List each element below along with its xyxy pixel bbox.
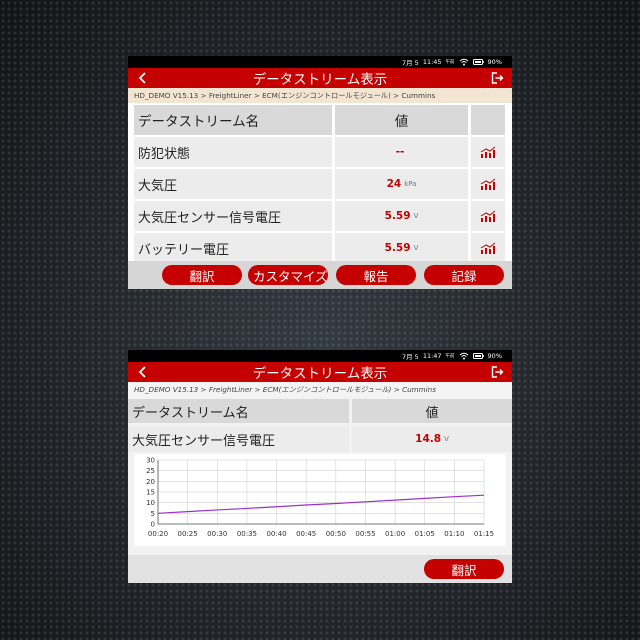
- x-tick-label: 01:10: [444, 530, 464, 538]
- x-tick-label: 00:45: [296, 530, 316, 538]
- table-row[interactable]: バッテリー電圧 5.59 V: [134, 233, 506, 261]
- title-bar: データストリーム表示: [128, 362, 512, 382]
- status-date: 7月 5: [401, 353, 419, 361]
- selected-value-unit: V: [444, 435, 449, 443]
- graph-icon[interactable]: [471, 201, 505, 231]
- translate-button[interactable]: 翻訳: [162, 265, 242, 285]
- datastream-graph-screen: 7月 5 11:47 午前 90% データストリーム表示 HD_DEMO V15…: [128, 350, 512, 583]
- column-header-name: データストリーム名: [128, 399, 349, 423]
- battery-icon: [472, 353, 484, 359]
- table-header: データストリーム名 値: [128, 399, 512, 423]
- row-value-number: 24: [386, 178, 402, 190]
- row-value: --: [335, 137, 468, 167]
- row-value-unit: V: [413, 212, 419, 220]
- graph-icon[interactable]: [471, 233, 505, 261]
- y-tick-label: 30: [146, 457, 155, 465]
- status-time: 11:45: [422, 58, 442, 66]
- status-ampm: 午前: [445, 354, 455, 359]
- row-value-number: --: [395, 146, 405, 158]
- report-button[interactable]: 報告: [336, 265, 416, 285]
- breadcrumb: HD_DEMO V15.13 > FreightLiner > ECM(エンジン…: [128, 88, 512, 103]
- line-chart: 0 5 10 15 20 25 30 00:20 00:25 00:30 00:35 00:40 00:…: [146, 457, 494, 539]
- breadcrumb: HD_DEMO V15.13 > FreightLiner > ECM(エンジン…: [128, 382, 512, 397]
- x-tick-label: 00:25: [178, 530, 198, 538]
- record-button[interactable]: 記録: [424, 265, 504, 285]
- title-bar: データストリーム表示: [128, 68, 512, 88]
- x-tick-label: 00:55: [355, 530, 375, 538]
- graph-icon[interactable]: [471, 169, 505, 199]
- translate-button[interactable]: 翻訳: [424, 559, 504, 579]
- bottom-toolbar: 翻訳: [128, 555, 512, 583]
- row-name: バッテリー電圧: [134, 233, 332, 261]
- table-row[interactable]: 大気圧センサー信号電圧 5.59 V: [134, 201, 506, 231]
- x-tick-label: 00:20: [148, 530, 168, 538]
- status-bar: 7月 5 11:45 午前 90%: [128, 56, 512, 68]
- row-name: 大気圧センサー信号電圧: [134, 201, 332, 231]
- page-title: データストリーム表示: [252, 72, 388, 88]
- line-chart-panel: 0 5 10 15 20 25 30 00:20 00:25 00:30 00:35 00:40 00:…: [134, 454, 506, 546]
- y-tick-label: 25: [146, 467, 155, 475]
- x-tick-label: 01:05: [415, 530, 435, 538]
- row-value: 5.59 V: [335, 201, 468, 231]
- datastream-table: データストリーム名 値 防犯状態 -- 大気圧 24 kPa 大気圧センサー信号電…: [134, 105, 512, 261]
- row-value-number: 5.59: [384, 242, 411, 254]
- selected-row[interactable]: 大気圧センサー信号電圧 14.8 V: [128, 426, 512, 452]
- row-name: 大気圧: [134, 169, 332, 199]
- column-header-name: データストリーム名: [134, 105, 332, 135]
- table-row[interactable]: 防犯状態 --: [134, 137, 506, 167]
- exit-icon[interactable]: [491, 366, 504, 378]
- page-title: データストリーム表示: [252, 366, 388, 382]
- x-tick-label: 00:35: [237, 530, 257, 538]
- column-header-value: 値: [352, 399, 512, 423]
- status-time: 11:47: [422, 352, 442, 360]
- x-tick-label: 00:40: [266, 530, 286, 538]
- battery-icon: [472, 59, 484, 65]
- status-bar: 7月 5 11:47 午前 90%: [128, 350, 512, 362]
- row-value-unit: V: [413, 244, 419, 252]
- datastream-list-screen: 7月 5 11:45 午前 90% データストリーム表示 HD_DEMO V15…: [128, 56, 512, 289]
- y-tick-label: 5: [151, 510, 155, 518]
- y-tick-label: 15: [146, 489, 155, 497]
- table-header: データストリーム名 値: [134, 105, 506, 135]
- table-row[interactable]: 大気圧 24 kPa: [134, 169, 506, 199]
- x-tick-label: 00:30: [207, 530, 227, 538]
- selected-row-value: 14.8 V: [352, 426, 512, 452]
- customize-button[interactable]: カスタマイズ: [248, 265, 328, 285]
- status-date: 7月 5: [401, 59, 419, 67]
- selected-value-number: 14.8: [415, 433, 442, 445]
- y-tick-label: 20: [146, 478, 155, 486]
- x-tick-label: 01:00: [385, 530, 405, 538]
- status-battery: 90%: [487, 352, 502, 360]
- bottom-toolbar: 翻訳 カスタマイズ 報告 記録: [128, 261, 512, 289]
- status-ampm: 午前: [445, 60, 455, 65]
- column-header-graph: [471, 105, 505, 135]
- wifi-icon: [459, 352, 468, 360]
- x-tick-label: 01:15: [474, 530, 494, 538]
- row-value-number: 5.59: [384, 210, 411, 222]
- wifi-icon: [459, 58, 468, 66]
- y-tick-label: 10: [146, 499, 155, 507]
- status-battery: 90%: [487, 58, 502, 66]
- x-tick-label: 00:50: [326, 530, 346, 538]
- row-value-unit: kPa: [404, 180, 417, 188]
- selected-row-name: 大気圧センサー信号電圧: [128, 426, 349, 452]
- back-arrow-icon[interactable]: [136, 365, 150, 379]
- row-name: 防犯状態: [134, 137, 332, 167]
- series-line: [157, 494, 485, 514]
- graph-icon[interactable]: [471, 137, 505, 167]
- row-value: 5.59 V: [335, 233, 468, 261]
- column-header-value: 値: [335, 105, 468, 135]
- exit-icon[interactable]: [491, 72, 504, 84]
- row-value: 24 kPa: [335, 169, 468, 199]
- back-arrow-icon[interactable]: [136, 71, 150, 85]
- y-tick-label: 0: [151, 521, 155, 529]
